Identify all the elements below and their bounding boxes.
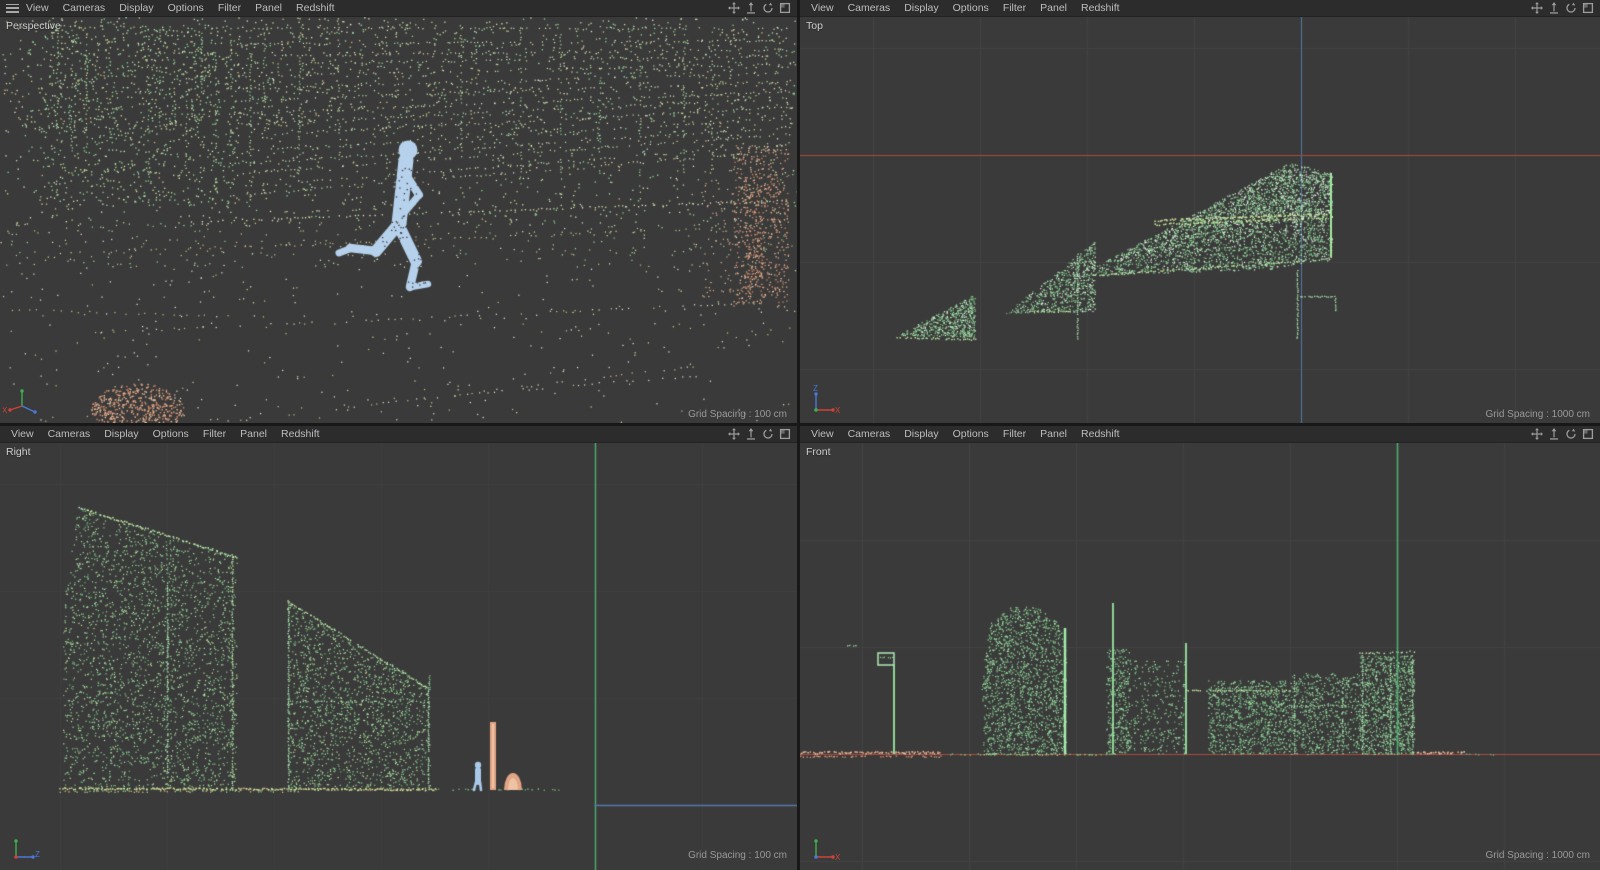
menu-item-redshift[interactable]: Redshift <box>281 426 320 443</box>
front-view-canvas[interactable] <box>800 443 1600 870</box>
viewport-menu: View Cameras Display Options Filter Panel Reds… <box>811 0 1120 17</box>
menu-item-filter[interactable]: Filter <box>203 426 226 443</box>
menu-item-cameras[interactable]: Cameras <box>63 0 106 17</box>
menu-item-display[interactable]: Display <box>904 426 938 443</box>
menu-item-filter[interactable]: Filter <box>1003 0 1026 17</box>
viewport-right: View Cameras Display Options Filter Panel Reds… <box>0 426 797 870</box>
viewport-content: Front Grid Spacing : 1000 cm X <box>800 443 1600 870</box>
menu-item-display[interactable]: Display <box>904 0 938 17</box>
dolly-icon[interactable] <box>745 428 757 440</box>
rotate-icon[interactable] <box>762 428 774 440</box>
viewport-nav-icons <box>1531 428 1596 440</box>
menu-item-cameras[interactable]: Cameras <box>848 426 891 443</box>
dolly-icon[interactable] <box>745 2 757 14</box>
menu-item-cameras[interactable]: Cameras <box>48 426 91 443</box>
pan-icon[interactable] <box>1531 428 1543 440</box>
pan-icon[interactable] <box>1531 2 1543 14</box>
menu-item-options[interactable]: Options <box>153 426 189 443</box>
viewport-label: Perspective <box>6 20 61 32</box>
viewport-grid: View Cameras Display Options Filter Panel Reds… <box>0 0 1600 870</box>
viewport-menubar: View Cameras Display Options Filter Panel Reds… <box>800 0 1600 17</box>
menu-item-view[interactable]: View <box>11 426 34 443</box>
grid-spacing-label: Grid Spacing : 1000 cm <box>1485 850 1591 861</box>
maximize-view-icon[interactable] <box>779 2 791 14</box>
right-view-canvas[interactable] <box>0 443 797 870</box>
rotate-icon[interactable] <box>1565 2 1577 14</box>
axis-gizmo: X <box>3 389 37 415</box>
axis-gizmo: Z <box>14 839 40 859</box>
viewport-perspective: View Cameras Display Options Filter Panel Reds… <box>0 0 797 423</box>
perspective-view-canvas[interactable] <box>0 17 797 423</box>
viewport-menu: View Cameras Display Options Filter Panel Reds… <box>811 426 1120 443</box>
menu-item-redshift[interactable]: Redshift <box>1081 0 1120 17</box>
pan-icon[interactable] <box>728 428 740 440</box>
svg-text:Z: Z <box>35 850 40 859</box>
rotate-icon[interactable] <box>1565 428 1577 440</box>
menu-item-filter[interactable]: Filter <box>1003 426 1026 443</box>
grid-spacing-label: Grid Spacing : 1000 cm <box>1485 409 1591 420</box>
viewport-front: View Cameras Display Options Filter Panel Reds… <box>800 426 1600 870</box>
viewport-menubar: View Cameras Display Options Filter Panel Reds… <box>0 0 797 17</box>
menu-item-view[interactable]: View <box>811 0 834 17</box>
maximize-view-icon[interactable] <box>1582 428 1594 440</box>
menu-item-view[interactable]: View <box>811 426 834 443</box>
menu-item-panel[interactable]: Panel <box>240 426 267 443</box>
svg-text:X: X <box>835 406 841 415</box>
menu-item-panel[interactable]: Panel <box>1040 426 1067 443</box>
top-view-canvas[interactable] <box>800 17 1600 423</box>
menu-item-display[interactable]: Display <box>119 0 153 17</box>
viewport-nav-icons <box>1531 2 1596 14</box>
maximize-view-icon[interactable] <box>779 428 791 440</box>
viewport-menubar: View Cameras Display Options Filter Panel Reds… <box>0 426 797 443</box>
menu-item-display[interactable]: Display <box>104 426 138 443</box>
axis-gizmo: X <box>814 839 841 862</box>
pan-icon[interactable] <box>728 2 740 14</box>
menu-item-redshift[interactable]: Redshift <box>1081 426 1120 443</box>
grid-spacing-label: Grid Spacing : 100 cm <box>688 850 787 861</box>
menu-item-redshift[interactable]: Redshift <box>296 0 335 17</box>
maximize-view-icon[interactable] <box>1582 2 1594 14</box>
viewport-menubar: View Cameras Display Options Filter Panel Reds… <box>800 426 1600 443</box>
viewport-menu: View Cameras Display Options Filter Panel Reds… <box>11 426 320 443</box>
viewport-label: Right <box>6 446 31 458</box>
menu-item-options[interactable]: Options <box>168 0 204 17</box>
rotate-icon[interactable] <box>762 2 774 14</box>
dolly-icon[interactable] <box>1548 2 1560 14</box>
svg-text:X: X <box>3 406 8 415</box>
viewport-nav-icons <box>728 2 793 14</box>
svg-text:X: X <box>835 853 841 862</box>
viewport-label: Top <box>806 20 823 32</box>
menu-item-options[interactable]: Options <box>953 0 989 17</box>
viewport-menu: View Cameras Display Options Filter Panel Reds… <box>26 0 335 17</box>
menu-item-panel[interactable]: Panel <box>1040 0 1067 17</box>
viewport-top: View Cameras Display Options Filter Panel Reds… <box>800 0 1600 423</box>
viewport-content: Perspective Grid Spacing : 100 cm X <box>0 17 797 423</box>
viewport-label: Front <box>806 446 831 458</box>
viewport-content: Top Grid Spacing : 1000 cm ZX <box>800 17 1600 423</box>
menu-item-panel[interactable]: Panel <box>255 0 282 17</box>
grid-spacing-label: Grid Spacing : 100 cm <box>688 409 787 420</box>
hamburger-menu-icon[interactable] <box>6 3 19 13</box>
dolly-icon[interactable] <box>1548 428 1560 440</box>
menu-item-cameras[interactable]: Cameras <box>848 0 891 17</box>
svg-text:Z: Z <box>813 384 818 393</box>
menu-item-view[interactable]: View <box>26 0 49 17</box>
menu-item-options[interactable]: Options <box>953 426 989 443</box>
viewport-content: Right Grid Spacing : 100 cm Z <box>0 443 797 870</box>
viewport-nav-icons <box>728 428 793 440</box>
menu-item-filter[interactable]: Filter <box>218 0 241 17</box>
axis-gizmo: ZX <box>813 384 841 415</box>
